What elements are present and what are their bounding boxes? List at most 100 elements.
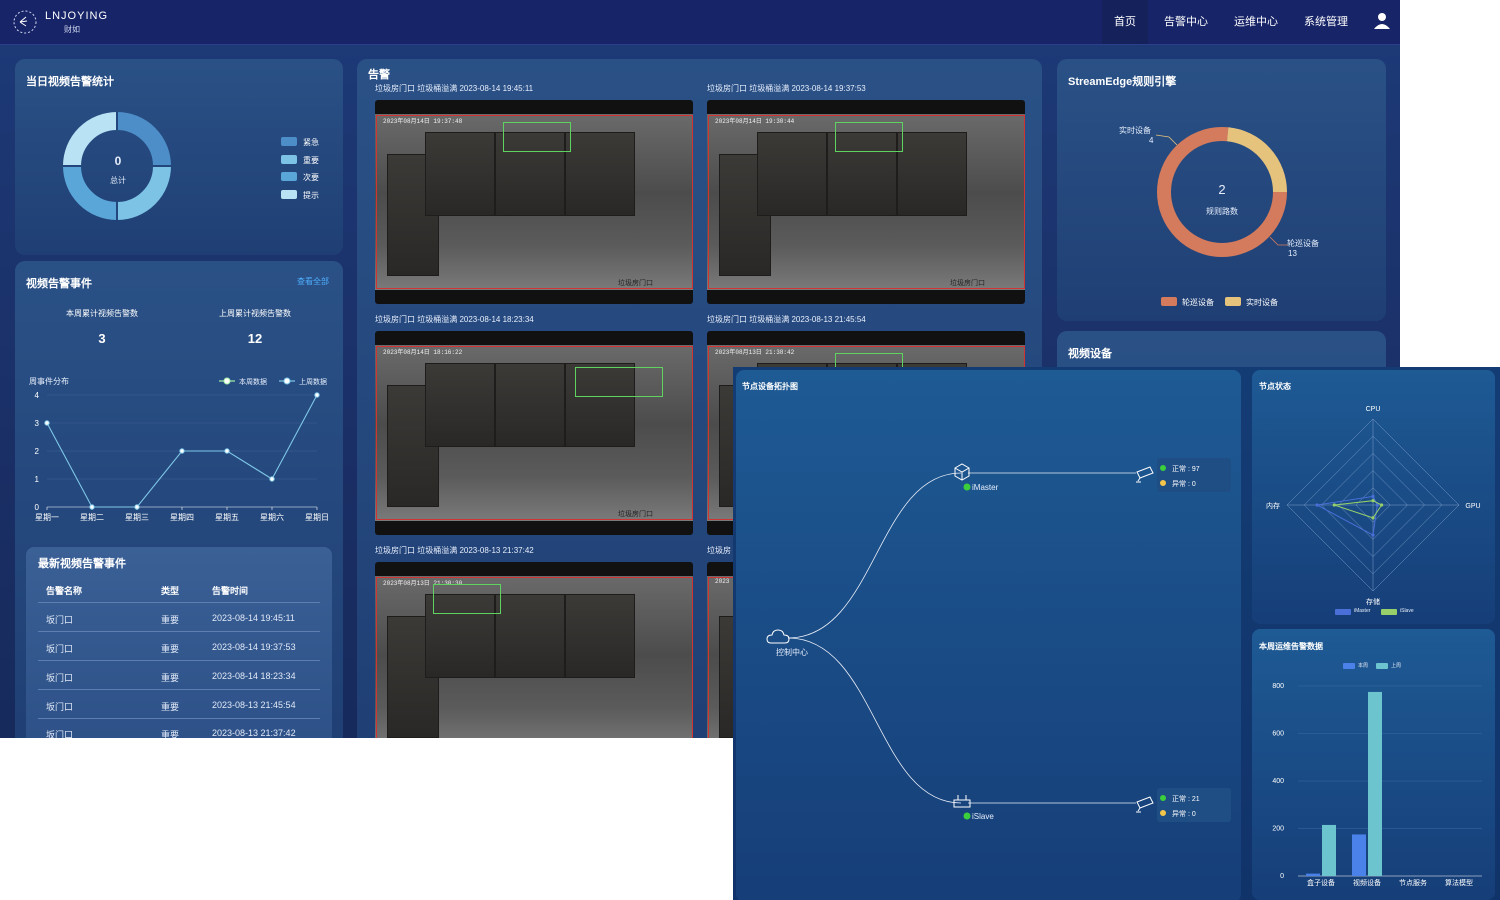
camera-caption: 垃圾房门口 垃圾桶溢满 2023-08-13 21:37:42	[375, 546, 534, 555]
radar-indicator-label: GPU	[1465, 503, 1480, 510]
legend-this-week-marker	[223, 377, 231, 385]
master-node-label[interactable]: iMaster	[972, 483, 998, 492]
view-all-link[interactable]: 查看全部	[297, 276, 329, 287]
y-tick-label: 0	[35, 503, 40, 512]
radar-series-iSlave	[1334, 500, 1383, 519]
radar-point	[1332, 503, 1336, 507]
nav-home[interactable]: 首页	[1102, 0, 1148, 44]
camera-caption: 垃圾房门口 垃圾桶溢满 2023-08-14 19:45:11	[375, 84, 534, 93]
streamedge-leader-lines	[1155, 134, 1288, 246]
radar-indicator-label: 内存	[1266, 501, 1280, 510]
table-divider	[38, 602, 320, 603]
bar-本周	[1352, 834, 1366, 876]
radar-point	[1371, 533, 1375, 537]
cube-icon	[954, 463, 970, 481]
bar-上周	[1322, 824, 1336, 876]
table-divider	[38, 631, 320, 632]
legend-swatch-important	[281, 155, 297, 164]
router-icon	[953, 795, 971, 808]
radar-point	[1371, 516, 1375, 520]
slave-abnormal-text: 异常 : 0	[1172, 811, 1196, 818]
camera-snapshot[interactable]: 2023年08月14日 19:37:48 垃圾房门口	[375, 100, 693, 304]
master-status-badge: 正常 : 97 异常 : 0	[1157, 458, 1231, 492]
root-node-label[interactable]: 控制中心	[776, 647, 808, 658]
data-point	[134, 504, 140, 510]
bar-上周	[1368, 691, 1382, 876]
cell-time: 2023-08-13 21:45:54	[212, 700, 296, 710]
abnormal-dot-icon	[1160, 480, 1166, 486]
daily-total-label: 总计	[110, 176, 126, 185]
slave-normal-row: 正常 : 21	[1160, 794, 1200, 804]
abnormal-dot-icon	[1160, 810, 1166, 816]
cell-name: 坂门口	[46, 644, 74, 654]
node-radar-chart: CPU GPU 存储 内存	[1266, 406, 1481, 606]
camera-caption: 垃圾房门口 垃圾桶溢满 2023-08-14 18:23:34	[375, 315, 534, 324]
master-abnormal-text: 异常 : 0	[1172, 481, 1196, 488]
slave-normal-text: 正常 : 21	[1172, 796, 1200, 803]
y-tick-label: 1	[35, 475, 40, 484]
realtime-device-value: 4	[1149, 136, 1154, 145]
y-tick-label: 800	[1272, 683, 1284, 690]
legend-urgent[interactable]: 紧急	[303, 137, 319, 148]
legend-islave[interactable]: iSlave	[1400, 608, 1414, 614]
logo[interactable]: LNJOYING 财如	[12, 7, 112, 37]
cell-name: 坂门口	[46, 673, 74, 683]
camera-snapshot[interactable]: 2023年08月13日 21:30:30	[375, 562, 693, 738]
detection-zone	[376, 577, 693, 738]
video-devices-title: 视频设备	[1068, 348, 1112, 360]
camera-icon-slave	[1136, 796, 1154, 813]
slave-status-dot	[963, 812, 971, 820]
user-icon[interactable]	[1372, 11, 1392, 31]
camera-scene: 2023年08月14日 19:37:48 垃圾房门口	[375, 114, 693, 290]
legend-swatch-minor	[281, 172, 297, 181]
cell-time: 2023-08-14 19:37:53	[212, 642, 296, 652]
this-week-value: 3	[98, 331, 106, 346]
bar-本周	[1306, 873, 1320, 876]
col-header-name[interactable]: 告警名称	[46, 584, 82, 597]
radar-point	[1371, 494, 1375, 498]
data-point	[89, 504, 95, 510]
col-header-type[interactable]: 类型	[161, 584, 179, 597]
top-bar: LNJOYING 财如 首页 告警中心 运维中心 系统管理	[0, 0, 1400, 45]
cell-type: 重要	[161, 615, 180, 625]
camera-snapshot[interactable]: 2023年08月14日 18:16:22 垃圾房门口	[375, 331, 693, 535]
events-title: 视频告警事件	[26, 278, 92, 290]
legend-important[interactable]: 重要	[303, 155, 319, 166]
y-tick-label: 4	[35, 391, 40, 400]
camera-snapshot[interactable]: 2023年08月14日 19:30:44 垃圾房门口	[707, 100, 1025, 304]
daily-stats-panel: 当日视频告警统计 0 总计 紧急 重要 次要 提示	[15, 59, 343, 255]
patrol-device-label: 轮巡设备	[1287, 239, 1319, 248]
x-tick-label: 盒子设备	[1307, 878, 1335, 887]
x-tick-label: 星期六	[260, 512, 284, 522]
camera-scene: 2023年08月14日 19:30:44 垃圾房门口	[707, 114, 1025, 290]
link-root-slave	[787, 637, 962, 804]
x-tick-label: 星期五	[215, 513, 239, 522]
cloud-icon	[766, 629, 790, 644]
legend-imaster[interactable]: iMaster	[1354, 608, 1370, 614]
data-point	[44, 420, 50, 426]
nav-ops-center[interactable]: 运维中心	[1230, 0, 1282, 44]
overflow-detection-box	[503, 122, 571, 152]
overflow-detection-box	[835, 122, 903, 152]
y-tick-label: 2	[35, 447, 40, 456]
slave-node-label[interactable]: iSlave	[972, 812, 994, 821]
radar-indicator-label: CPU	[1366, 406, 1381, 413]
legend-swatch-hint	[281, 190, 297, 199]
last-week-value: 12	[247, 331, 263, 346]
legend-hint[interactable]: 提示	[303, 190, 319, 201]
data-point	[224, 448, 230, 454]
camera-caption: 垃圾房	[707, 546, 731, 555]
cell-time: 2023-08-13 21:37:42	[212, 728, 296, 738]
legend-realtime[interactable]: 实时设备	[1246, 297, 1278, 308]
legend-last-week-marker	[283, 377, 291, 385]
legend-minor[interactable]: 次要	[303, 172, 319, 183]
x-tick-label: 节点服务	[1399, 878, 1427, 887]
col-header-time[interactable]: 告警时间	[212, 584, 248, 597]
nav-alarm-center[interactable]: 告警中心	[1160, 0, 1212, 44]
y-tick-label: 600	[1272, 731, 1284, 738]
camera-icon-master	[1136, 466, 1154, 483]
nav-system-admin[interactable]: 系统管理	[1300, 0, 1352, 44]
data-point	[269, 476, 275, 482]
normal-dot-icon	[1160, 465, 1166, 471]
legend-patrol[interactable]: 轮巡设备	[1182, 297, 1214, 308]
